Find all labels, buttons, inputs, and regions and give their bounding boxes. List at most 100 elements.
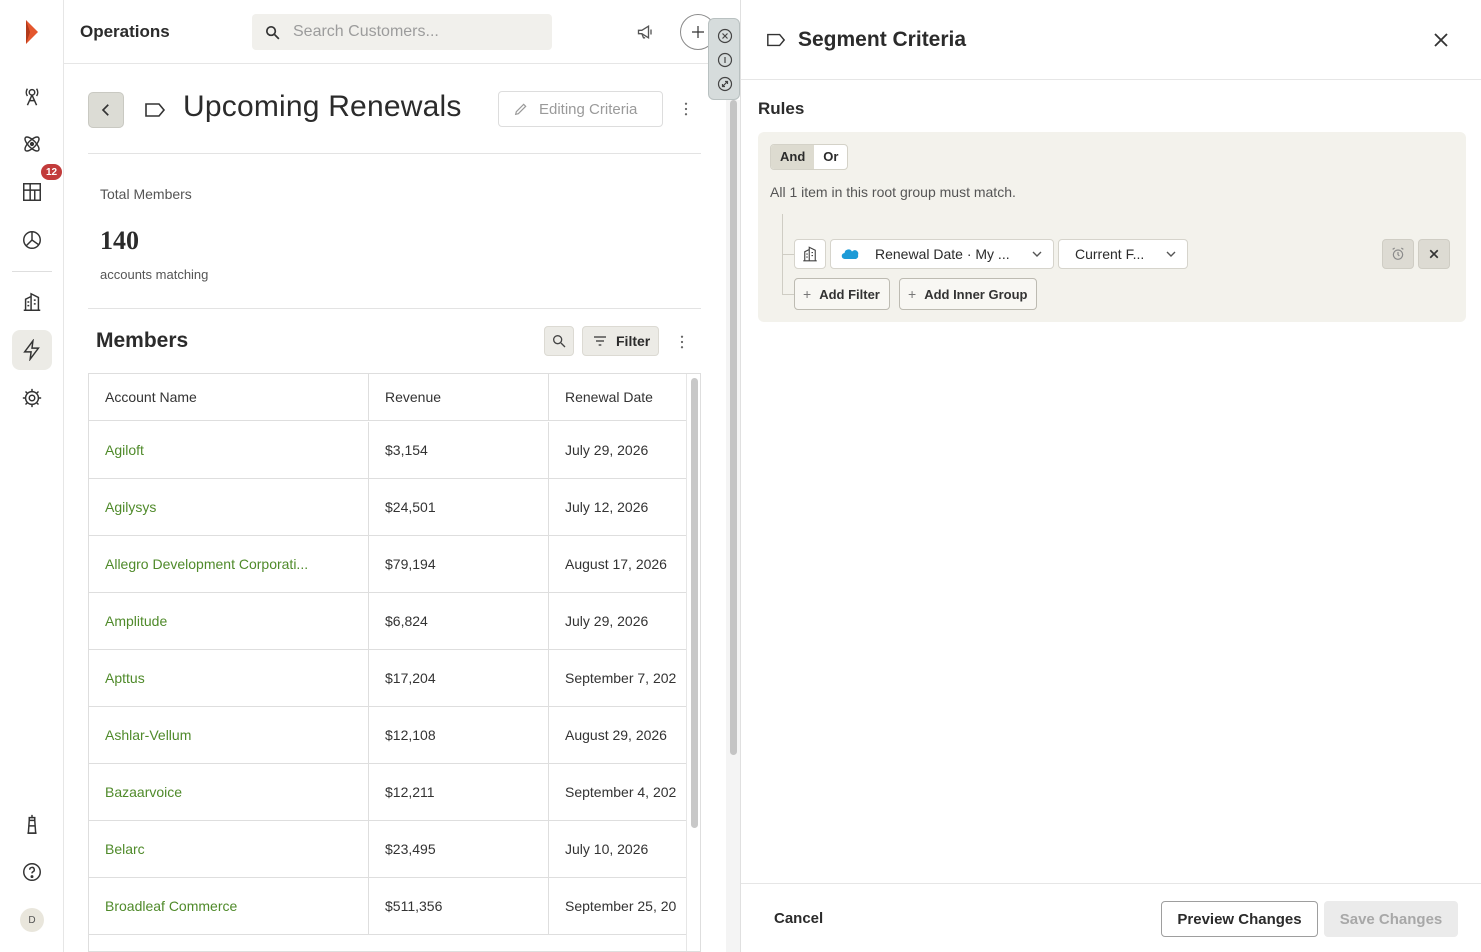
lightning-icon[interactable]: [12, 330, 52, 370]
members-table: Account Name Revenue Renewal Date Agilof…: [88, 373, 701, 952]
grid-icon[interactable]: [16, 176, 48, 208]
account-name-link[interactable]: Allegro Development Corporati...: [89, 536, 369, 593]
account-name-link[interactable]: Broadleaf Commerce: [89, 878, 369, 935]
atom-icon[interactable]: [16, 128, 48, 160]
help-icon[interactable]: [16, 856, 48, 888]
gear-icon[interactable]: [16, 382, 48, 414]
close-icon[interactable]: [1431, 30, 1451, 50]
renewal-date-cell: September 4, 202: [549, 764, 700, 821]
revenue-cell: $79,194: [369, 536, 549, 593]
search-input[interactable]: [293, 23, 533, 41]
panel-footer: Cancel Preview Changes Save Changes: [741, 883, 1481, 952]
table-row[interactable]: Belarc $23,495 July 10, 2026: [89, 821, 700, 878]
table-row[interactable]: Apttus $17,204 September 7, 202: [89, 650, 700, 707]
divider: [88, 308, 701, 309]
buildings-icon[interactable]: [16, 286, 48, 318]
close-circle-icon[interactable]: [717, 28, 733, 44]
column-header-renewal-date[interactable]: Renewal Date: [549, 374, 700, 421]
filter-field-select[interactable]: Renewal Date · My ...: [830, 239, 1054, 269]
revenue-cell: $17,204: [369, 650, 549, 707]
renewal-date-cell: September 7, 202: [549, 650, 700, 707]
object-type-button[interactable]: [794, 239, 826, 269]
account-name-link[interactable]: Ashlar-Vellum: [89, 707, 369, 764]
panel-title: Segment Criteria: [798, 28, 967, 51]
renewal-date-cell: July 29, 2026: [549, 593, 700, 650]
table-row[interactable]: Broadleaf Commerce $511,356 September 25, …: [89, 878, 700, 935]
editing-criteria-button[interactable]: Editing Criteria: [498, 91, 663, 127]
revenue-cell: $3,154: [369, 422, 549, 479]
segment-criteria-panel: Segment Criteria Rules And Or All 1 item…: [740, 0, 1481, 952]
segment-page: Upcoming Renewals Editing Criteria Total…: [64, 64, 740, 952]
lighthouse-icon[interactable]: [16, 808, 48, 840]
revenue-cell: $12,108: [369, 707, 549, 764]
panel-header: Segment Criteria: [741, 0, 1481, 80]
page-scrollbar[interactable]: [726, 100, 740, 952]
total-members-value: 140: [100, 226, 139, 255]
plus-icon: +: [803, 286, 812, 302]
chevron-down-icon: [1032, 251, 1042, 257]
table-scrollbar[interactable]: [686, 374, 700, 951]
filter-label: Filter: [616, 333, 651, 349]
account-name-link[interactable]: Agilysys: [89, 479, 369, 536]
members-search-button[interactable]: [544, 326, 574, 356]
table-header: Account Name Revenue Renewal Date: [89, 374, 700, 421]
divider: [88, 153, 701, 154]
user-avatar[interactable]: D: [20, 908, 44, 932]
filter-button[interactable]: Filter: [582, 326, 659, 356]
scrollbar-thumb[interactable]: [730, 100, 737, 755]
scrollbar-thumb[interactable]: [691, 378, 698, 828]
tree-connector: [782, 254, 794, 255]
add-inner-group-label: Add Inner Group: [924, 286, 1028, 302]
tag-icon: [767, 33, 786, 47]
table-row[interactable]: Bazaarvoice $12,211 September 4, 202: [89, 764, 700, 821]
and-toggle[interactable]: And: [771, 145, 815, 169]
app-title: Operations: [80, 22, 170, 41]
tag-icon: [145, 103, 166, 117]
editing-criteria-label: Editing Criteria: [539, 100, 638, 118]
revenue-cell: $6,824: [369, 593, 549, 650]
filter-operator-select[interactable]: Current F...: [1058, 239, 1188, 269]
filter-operator-value: Current F...: [1075, 246, 1145, 262]
renewal-date-cell: July 10, 2026: [549, 821, 700, 878]
account-name-link[interactable]: Bazaarvoice: [89, 764, 369, 821]
megaphone-icon[interactable]: [636, 22, 658, 44]
members-more-icon[interactable]: [676, 332, 688, 352]
notification-badge: 12: [41, 164, 62, 180]
save-changes-button[interactable]: Save Changes: [1324, 901, 1458, 937]
remove-filter-button[interactable]: [1418, 239, 1450, 269]
rules-description: All 1 item in this root group must match…: [770, 184, 1016, 200]
add-filter-button[interactable]: + Add Filter: [794, 278, 890, 310]
app-logo[interactable]: [20, 18, 44, 46]
cancel-button[interactable]: Cancel: [758, 901, 839, 937]
column-header-revenue[interactable]: Revenue: [369, 374, 549, 421]
pie-chart-icon[interactable]: [16, 224, 48, 256]
renewal-date-cell: July 29, 2026: [549, 422, 700, 479]
table-row[interactable]: Amplitude $6,824 July 29, 2026: [89, 593, 700, 650]
renewal-date-cell: August 29, 2026: [549, 707, 700, 764]
radar-icon[interactable]: [16, 80, 48, 112]
table-row[interactable]: Agilysys $24,501 July 12, 2026: [89, 479, 700, 536]
column-header-account-name[interactable]: Account Name: [89, 374, 369, 421]
account-name-link[interactable]: Amplitude: [89, 593, 369, 650]
filter-icon: [594, 336, 606, 346]
chevron-left-icon: [101, 104, 109, 116]
account-name-link[interactable]: Belarc: [89, 821, 369, 878]
revenue-cell: $511,356: [369, 878, 549, 935]
add-filter-label: Add Filter: [819, 286, 880, 302]
account-name-link[interactable]: Agiloft: [89, 422, 369, 479]
more-icon[interactable]: [680, 99, 692, 119]
table-row[interactable]: Ashlar-Vellum $12,108 August 29, 2026: [89, 707, 700, 764]
or-toggle[interactable]: Or: [814, 145, 847, 169]
back-button[interactable]: [88, 92, 124, 128]
schedule-button[interactable]: [1382, 239, 1414, 269]
customer-search[interactable]: [252, 14, 552, 50]
top-bar: Operations: [64, 0, 740, 64]
add-inner-group-button[interactable]: + Add Inner Group: [899, 278, 1038, 310]
salesforce-cloud-icon: [841, 249, 859, 260]
preview-changes-button[interactable]: Preview Changes: [1161, 901, 1318, 937]
total-members-sub: accounts matching: [100, 267, 209, 282]
page-title: Upcoming Renewals: [183, 90, 462, 123]
table-row[interactable]: Agiloft $3,154 July 29, 2026: [89, 422, 700, 479]
account-name-link[interactable]: Apttus: [89, 650, 369, 707]
table-row[interactable]: Allegro Development Corporati... $79,194 A…: [89, 536, 700, 593]
